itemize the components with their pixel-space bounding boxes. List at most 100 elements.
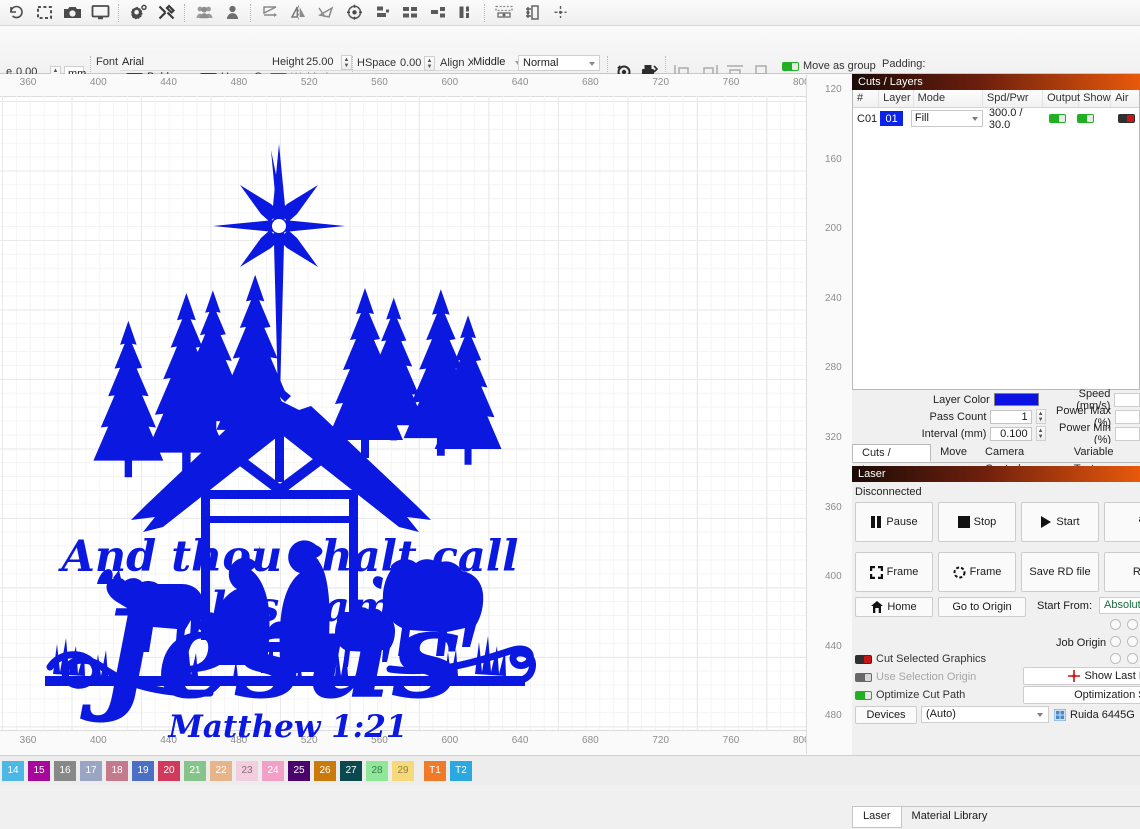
current-device[interactable]: Ruida 6445G [1054, 706, 1140, 724]
bottom-tab-laser[interactable]: Laser [852, 807, 902, 828]
interval-input[interactable]: 0.100 [990, 427, 1031, 441]
devices-button[interactable]: Devices [855, 706, 917, 724]
home-button[interactable]: Home [855, 597, 933, 617]
palette-swatch-15[interactable]: 15 [28, 761, 50, 781]
palette-swatch-21[interactable]: 21 [184, 761, 206, 781]
bottom-tab-material-library[interactable]: Material Library [902, 807, 998, 827]
camera-icon[interactable] [58, 1, 86, 25]
palette-swatch-27[interactable]: 27 [340, 761, 362, 781]
hspace-label: HSpace [357, 57, 396, 69]
crosshair-position-icon[interactable] [546, 1, 574, 25]
save-rd-file-button[interactable]: Save RD file [1021, 552, 1099, 592]
palette-swatch-24[interactable]: 24 [262, 761, 284, 781]
palette-swatch-t2[interactable]: T2 [450, 761, 472, 781]
optimization-settings-button[interactable]: Optimization Settings [1023, 686, 1140, 704]
job-origin-bl[interactable] [1110, 653, 1121, 664]
scripture-text-artwork[interactable]: And thou shalt call his name Jesus Matth… [30, 519, 550, 759]
speed-input[interactable] [1114, 393, 1140, 407]
device-auto-combo[interactable]: (Auto) [921, 706, 1049, 723]
rotate-shape-icon[interactable] [312, 1, 340, 25]
monitor-preview-icon[interactable] [86, 1, 114, 25]
stop-button[interactable]: Stop [938, 502, 1016, 542]
start-button[interactable]: Start [1021, 502, 1099, 542]
job-origin-ml[interactable] [1110, 636, 1121, 647]
height-stepper[interactable]: ▲▼ [341, 55, 352, 70]
distribute-h-icon[interactable] [424, 1, 452, 25]
start-from-combo[interactable]: Absolute [1099, 597, 1140, 614]
tab-variable-text[interactable]: Variable Text [1065, 444, 1140, 462]
go-to-origin-button[interactable]: Go to Origin [938, 597, 1026, 617]
show-last-position-button[interactable]: Show Last Position [1023, 667, 1140, 685]
pause-button[interactable]: Pause [855, 502, 933, 542]
flip-horizontal-icon[interactable] [256, 1, 284, 25]
group-objects-icon[interactable] [190, 1, 218, 25]
settings-gear-icon[interactable] [124, 1, 152, 25]
cut-selected-graphics-toggle[interactable]: Cut Selected Graphics [855, 653, 986, 665]
interval-stepper[interactable]: ▲▼ [1036, 426, 1046, 441]
air-toggle[interactable] [1118, 114, 1135, 123]
use-selection-origin-toggle[interactable]: Use Selection Origin [855, 671, 976, 683]
hspace-stepper[interactable]: ▲▼ [424, 56, 435, 71]
frame-round-button[interactable]: Frame [938, 552, 1016, 592]
move-as-group-toggle[interactable]: Move as group [782, 60, 876, 72]
palette-swatch-26[interactable]: 26 [314, 761, 336, 781]
palette-swatch-19[interactable]: 19 [132, 761, 154, 781]
palette-swatch-25[interactable]: 25 [288, 761, 310, 781]
select-marquee-icon[interactable] [30, 1, 58, 25]
offset-shapes-icon[interactable] [490, 1, 518, 25]
palette-swatch-20[interactable]: 20 [158, 761, 180, 781]
optimize-cut-path-toggle[interactable]: Optimize Cut Path [855, 689, 965, 701]
pause-icon [870, 516, 882, 528]
tab-cuts-layers[interactable]: Cuts / Layers [852, 444, 931, 462]
palette-swatch-29[interactable]: 29 [392, 761, 414, 781]
palette-swatch-16[interactable]: 16 [54, 761, 76, 781]
undo-icon[interactable] [2, 1, 30, 25]
pulse-button[interactable] [1104, 502, 1140, 542]
hspace-value[interactable]: 0.00 [400, 57, 421, 69]
layer-mode-combo[interactable]: Fill [911, 110, 983, 127]
job-origin-selector[interactable] [1110, 619, 1140, 670]
ungroup-objects-icon[interactable] [218, 1, 246, 25]
distribute-v-icon[interactable] [452, 1, 480, 25]
shape-mode-combo[interactable]: Normal [518, 55, 600, 71]
align-x-combo[interactable]: Middle [473, 55, 523, 71]
height-value[interactable]: 25.00 [306, 56, 334, 68]
device-tools-icon[interactable] [152, 1, 180, 25]
run-button[interactable]: Run [1104, 552, 1140, 592]
align-nodes-icon[interactable] [368, 1, 396, 25]
power-max-input[interactable] [1115, 410, 1140, 424]
palette-swatch-17[interactable]: 17 [80, 761, 102, 781]
stop-label: Stop [974, 516, 997, 528]
job-origin-bc[interactable] [1127, 653, 1138, 664]
tab-camera-control[interactable]: Camera Control [976, 444, 1065, 462]
palette-swatch-22[interactable]: 22 [210, 761, 232, 781]
text-properties-toolbar: e 0.00 ▲▼ mm Font Arial Height 25.00 ▲▼ … [0, 26, 1140, 74]
job-origin-tc[interactable] [1127, 619, 1138, 630]
color-palette[interactable]: 14151617181920212223242526272829 T1T2 [0, 755, 1140, 785]
tab-move[interactable]: Move [931, 444, 976, 462]
design-canvas[interactable]: 360400440480520560600640680720760800 360… [0, 74, 852, 754]
pass-count-input[interactable]: 1 [990, 410, 1031, 424]
table-row[interactable]: C01 01 Fill 300.0 / 30.0 [853, 108, 1139, 129]
pass-count-stepper[interactable]: ▲▼ [1036, 409, 1046, 424]
palette-swatch-28[interactable]: 28 [366, 761, 388, 781]
layer-speed-power[interactable]: 300.0 / 30.0 [983, 108, 1041, 129]
job-origin-mc[interactable] [1127, 636, 1138, 647]
mirror-vertical-icon[interactable] [284, 1, 312, 25]
power-min-input[interactable] [1115, 427, 1140, 441]
array-copy-icon[interactable] [518, 1, 546, 25]
weld-shapes-icon[interactable] [396, 1, 424, 25]
palette-swatch-t1[interactable]: T1 [424, 761, 446, 781]
output-toggle[interactable] [1049, 114, 1066, 123]
align-x-value: Middle [473, 56, 505, 68]
job-origin-tl[interactable] [1110, 619, 1121, 630]
palette-swatch-18[interactable]: 18 [106, 761, 128, 781]
show-toggle[interactable] [1077, 114, 1094, 123]
set-origin-icon[interactable] [340, 1, 368, 25]
layer-color-chip[interactable]: 01 [880, 111, 903, 126]
layer-color-swatch[interactable] [994, 393, 1040, 406]
palette-swatch-23[interactable]: 23 [236, 761, 258, 781]
cuts-layers-table[interactable]: # Layer Mode Spd/Pwr Output Show Air C01… [852, 90, 1140, 390]
palette-swatch-14[interactable]: 14 [2, 761, 24, 781]
frame-square-button[interactable]: Frame [855, 552, 933, 592]
